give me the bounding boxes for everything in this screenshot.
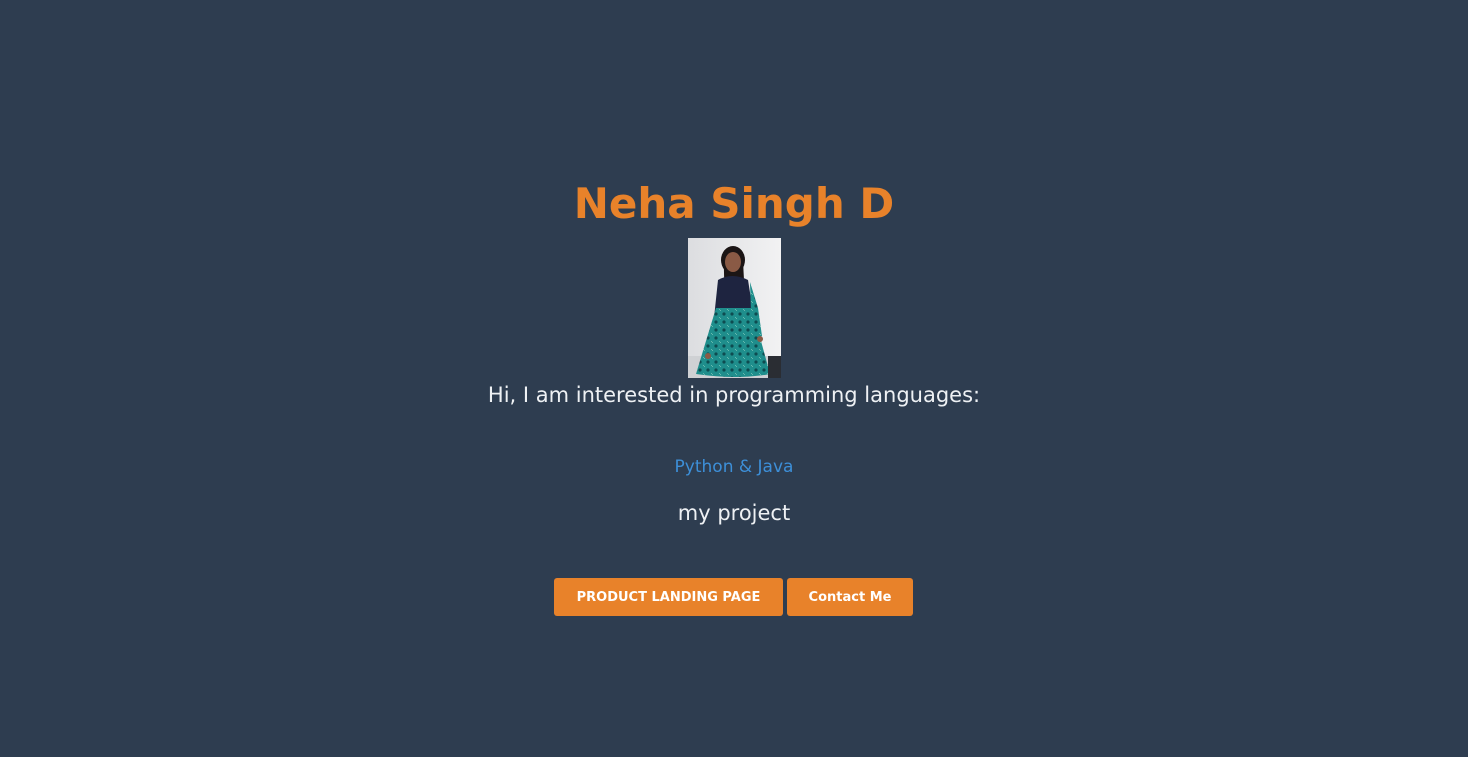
contact-me-button[interactable]: Contact Me [787, 578, 913, 616]
project-heading: my project [677, 501, 791, 525]
portfolio-page: Neha Singh D Hi, I am interested in prog… [0, 0, 1468, 757]
profile-photo [688, 238, 781, 378]
button-group: PRODUCT LANDING PAGE Contact Me [554, 578, 913, 616]
profile-name: Neha Singh D [573, 179, 895, 228]
intro-text: Hi, I am interested in programming langu… [487, 383, 981, 407]
product-landing-page-button[interactable]: PRODUCT LANDING PAGE [554, 578, 783, 616]
languages-link[interactable]: Python & Java [0, 455, 1468, 479]
